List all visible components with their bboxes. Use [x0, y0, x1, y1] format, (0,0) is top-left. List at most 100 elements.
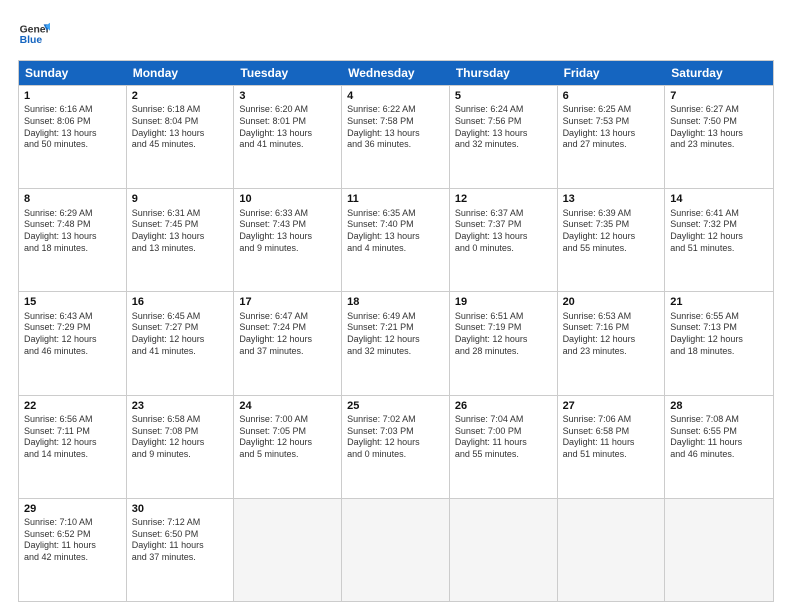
- day-info: and 46 minutes.: [670, 449, 768, 461]
- day-info: Sunrise: 6:41 AM: [670, 208, 768, 220]
- day-info: and 32 minutes.: [455, 139, 552, 151]
- svg-text:Blue: Blue: [20, 35, 43, 46]
- calendar-cell: 13 Sunrise: 6:39 AMSunset: 7:35 PMDayligh…: [558, 189, 666, 291]
- day-number: 10: [239, 192, 336, 206]
- day-info: Sunset: 8:06 PM: [24, 116, 121, 128]
- day-info: Daylight: 12 hours: [563, 334, 660, 346]
- calendar-cell: 19Sunrise: 6:51 AMSunset: 7:19 PMDayligh…: [450, 292, 558, 394]
- day-info: Sunrise: 6:39 AM: [563, 208, 660, 220]
- day-info: and 4 minutes.: [347, 243, 444, 255]
- day-info: Sunrise: 6:53 AM: [563, 311, 660, 323]
- day-info: Sunrise: 6:37 AM: [455, 208, 552, 220]
- day-info: Daylight: 13 hours: [347, 128, 444, 140]
- day-info: Sunrise: 6:33 AM: [239, 208, 336, 220]
- day-info: Daylight: 11 hours: [24, 540, 121, 552]
- day-info: and 37 minutes.: [132, 552, 229, 564]
- calendar-row-3: 15Sunrise: 6:43 AMSunset: 7:29 PMDayligh…: [19, 291, 773, 394]
- day-of-week-thursday: Thursday: [450, 61, 558, 85]
- day-info: Daylight: 12 hours: [563, 231, 660, 243]
- day-info: and 5 minutes.: [239, 449, 336, 461]
- day-info: and 55 minutes.: [563, 243, 660, 255]
- calendar-cell: 17Sunrise: 6:47 AMSunset: 7:24 PMDayligh…: [234, 292, 342, 394]
- day-info: Sunrise: 6:51 AM: [455, 311, 552, 323]
- day-number: 29: [24, 502, 121, 516]
- day-number: 11: [347, 192, 444, 206]
- day-info: Sunset: 7:32 PM: [670, 219, 768, 231]
- day-of-week-sunday: Sunday: [19, 61, 127, 85]
- day-info: Sunset: 8:01 PM: [239, 116, 336, 128]
- calendar-cell: 12Sunrise: 6:37 AMSunset: 7:37 PMDayligh…: [450, 189, 558, 291]
- day-info: and 28 minutes.: [455, 346, 552, 358]
- day-info: Sunset: 7:19 PM: [455, 322, 552, 334]
- day-info: Sunset: 7:27 PM: [132, 322, 229, 334]
- day-info: and 41 minutes.: [239, 139, 336, 151]
- day-number: 14: [670, 192, 768, 206]
- day-info: Sunset: 7:35 PM: [563, 219, 660, 231]
- day-info: and 32 minutes.: [347, 346, 444, 358]
- day-number: 17: [239, 295, 336, 309]
- day-info: Sunrise: 6:29 AM: [24, 208, 121, 220]
- day-info: Daylight: 12 hours: [455, 334, 552, 346]
- day-number: 1: [24, 89, 121, 103]
- day-number: 27: [563, 399, 660, 413]
- header: General Blue: [18, 18, 774, 50]
- day-info: Daylight: 12 hours: [132, 334, 229, 346]
- calendar-cell: 3Sunrise: 6:20 AMSunset: 8:01 PMDaylight…: [234, 86, 342, 188]
- day-info: and 37 minutes.: [239, 346, 336, 358]
- day-info: Sunset: 6:52 PM: [24, 529, 121, 541]
- day-info: Sunset: 7:40 PM: [347, 219, 444, 231]
- calendar-cell: 20Sunrise: 6:53 AMSunset: 7:16 PMDayligh…: [558, 292, 666, 394]
- day-info: Sunrise: 6:47 AM: [239, 311, 336, 323]
- day-info: Daylight: 13 hours: [670, 128, 768, 140]
- day-number: 16: [132, 295, 229, 309]
- day-info: Daylight: 13 hours: [239, 231, 336, 243]
- day-info: Sunrise: 6:22 AM: [347, 104, 444, 116]
- day-info: Sunrise: 7:02 AM: [347, 414, 444, 426]
- day-number: 13: [563, 192, 660, 206]
- calendar-cell: 24Sunrise: 7:00 AMSunset: 7:05 PMDayligh…: [234, 396, 342, 498]
- day-info: Sunset: 7:29 PM: [24, 322, 121, 334]
- day-number: 2: [132, 89, 229, 103]
- day-info: Sunrise: 6:31 AM: [132, 208, 229, 220]
- calendar-cell: 22Sunrise: 6:56 AMSunset: 7:11 PMDayligh…: [19, 396, 127, 498]
- calendar-cell: 10Sunrise: 6:33 AMSunset: 7:43 PMDayligh…: [234, 189, 342, 291]
- day-info: Daylight: 13 hours: [455, 231, 552, 243]
- day-info: Sunset: 7:48 PM: [24, 219, 121, 231]
- calendar-cell: 14Sunrise: 6:41 AMSunset: 7:32 PMDayligh…: [665, 189, 773, 291]
- day-info: Sunset: 7:56 PM: [455, 116, 552, 128]
- day-info: Sunset: 7:05 PM: [239, 426, 336, 438]
- calendar-cell: 7Sunrise: 6:27 AMSunset: 7:50 PMDaylight…: [665, 86, 773, 188]
- day-info: Sunrise: 7:06 AM: [563, 414, 660, 426]
- day-info: Sunset: 7:50 PM: [670, 116, 768, 128]
- calendar-cell: 30Sunrise: 7:12 AMSunset: 6:50 PMDayligh…: [127, 499, 235, 601]
- calendar-row-2: 8Sunrise: 6:29 AMSunset: 7:48 PMDaylight…: [19, 188, 773, 291]
- page: General Blue SundayMondayTuesdayWednesda…: [0, 0, 792, 612]
- calendar-row-4: 22Sunrise: 6:56 AMSunset: 7:11 PMDayligh…: [19, 395, 773, 498]
- day-info: and 0 minutes.: [455, 243, 552, 255]
- calendar-row-5: 29Sunrise: 7:10 AMSunset: 6:52 PMDayligh…: [19, 498, 773, 601]
- day-info: Daylight: 12 hours: [347, 334, 444, 346]
- calendar-cell: 8Sunrise: 6:29 AMSunset: 7:48 PMDaylight…: [19, 189, 127, 291]
- calendar-header: SundayMondayTuesdayWednesdayThursdayFrid…: [19, 61, 773, 85]
- day-number: 4: [347, 89, 444, 103]
- day-number: 15: [24, 295, 121, 309]
- day-number: 26: [455, 399, 552, 413]
- day-info: Sunrise: 6:58 AM: [132, 414, 229, 426]
- day-info: Sunset: 7:24 PM: [239, 322, 336, 334]
- day-info: Daylight: 11 hours: [670, 437, 768, 449]
- day-info: Sunset: 7:58 PM: [347, 116, 444, 128]
- day-number: 12: [455, 192, 552, 206]
- day-of-week-friday: Friday: [558, 61, 666, 85]
- day-info: and 55 minutes.: [455, 449, 552, 461]
- day-info: Sunset: 7:13 PM: [670, 322, 768, 334]
- calendar-cell: 27Sunrise: 7:06 AMSunset: 6:58 PMDayligh…: [558, 396, 666, 498]
- day-info: and 14 minutes.: [24, 449, 121, 461]
- day-info: and 9 minutes.: [132, 449, 229, 461]
- day-info: and 46 minutes.: [24, 346, 121, 358]
- day-info: Sunrise: 6:56 AM: [24, 414, 121, 426]
- calendar-cell: 11Sunrise: 6:35 AMSunset: 7:40 PMDayligh…: [342, 189, 450, 291]
- day-number: 22: [24, 399, 121, 413]
- day-info: Sunset: 7:21 PM: [347, 322, 444, 334]
- day-info: Daylight: 11 hours: [455, 437, 552, 449]
- day-of-week-wednesday: Wednesday: [342, 61, 450, 85]
